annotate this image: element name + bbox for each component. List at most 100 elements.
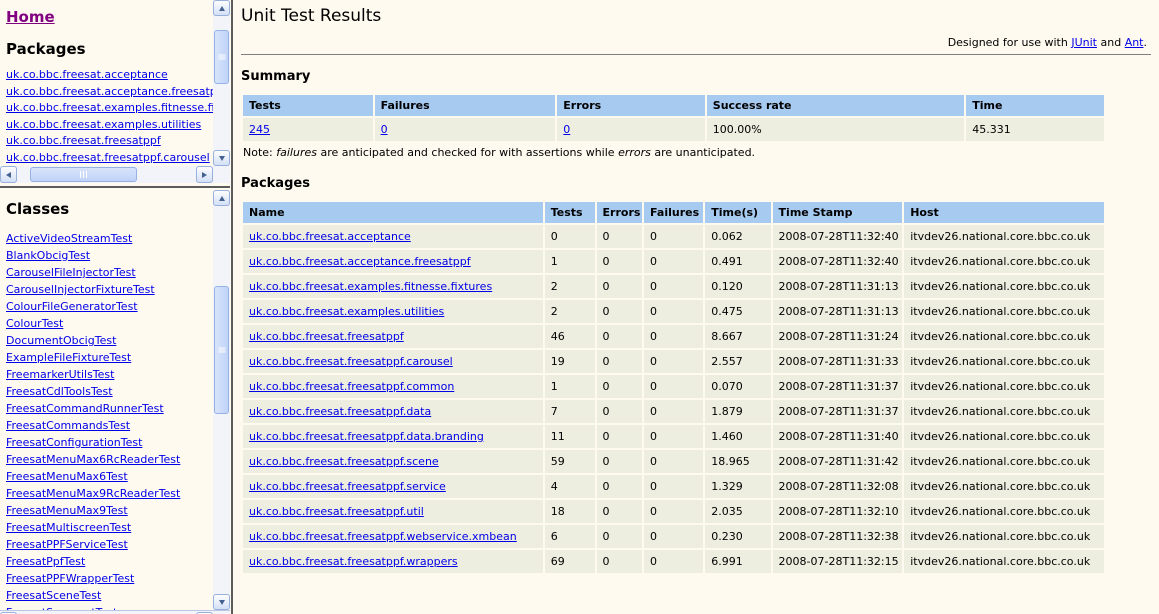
class-link[interactable]: DocumentObcigTest xyxy=(6,332,213,349)
package-time-cell: 0.120 xyxy=(705,275,770,298)
scrollbar-thumb[interactable] xyxy=(30,167,137,182)
summary-tests-link[interactable]: 245 xyxy=(249,123,270,136)
package-frame-horizontal-scrollbar[interactable] xyxy=(0,166,213,183)
summary-errors-link[interactable]: 0 xyxy=(563,123,570,136)
summary-header-row: Tests Failures Errors Success rate Time xyxy=(243,95,1104,116)
summary-success-rate-cell: 100.00% xyxy=(707,118,964,141)
summary-header-success-rate: Success rate xyxy=(707,95,964,116)
package-name-link[interactable]: uk.co.bbc.freesat.freesatppf.util xyxy=(249,505,424,518)
package-time-cell: 0.062 xyxy=(705,225,770,248)
package-name-cell: uk.co.bbc.freesat.examples.utilities xyxy=(243,300,543,323)
package-failures-cell: 0 xyxy=(644,375,703,398)
package-name-cell: uk.co.bbc.freesat.freesatppf.scene xyxy=(243,450,543,473)
package-name-cell: uk.co.bbc.freesat.freesatppf.data.brandi… xyxy=(243,425,543,448)
package-failures-cell: 0 xyxy=(644,325,703,348)
class-frame-horizontal-scrollbar[interactable] xyxy=(0,610,230,614)
class-link[interactable]: BlankObcigTest xyxy=(6,247,213,264)
package-time-cell: 1.329 xyxy=(705,475,770,498)
package-name-link[interactable]: uk.co.bbc.freesat.freesatppf.data.brandi… xyxy=(249,430,484,443)
class-link[interactable]: FreesatCdlToolsTest xyxy=(6,383,213,400)
packages-header-tests: Tests xyxy=(545,202,595,223)
package-errors-cell: 0 xyxy=(597,375,643,398)
package-name-link[interactable]: uk.co.bbc.freesat.freesatppf.webservice.… xyxy=(249,530,517,543)
summary-failures-link[interactable]: 0 xyxy=(381,123,388,136)
class-link[interactable]: ExampleFileFixtureTest xyxy=(6,349,213,366)
package-timestamp-cell: 2008-07-28T11:31:24 xyxy=(773,325,903,348)
class-link[interactable]: FreesatMenuMax6RcReaderTest xyxy=(6,451,213,468)
package-name-link[interactable]: uk.co.bbc.freesat.freesatppf.carousel xyxy=(249,355,453,368)
scroll-down-button[interactable] xyxy=(213,150,230,166)
class-link[interactable]: FreesatMenuMax6Test xyxy=(6,468,213,485)
frame-divider[interactable] xyxy=(0,183,230,190)
package-tests-cell: 46 xyxy=(545,325,595,348)
package-name-link[interactable]: uk.co.bbc.freesat.freesatppf.wrappers xyxy=(249,555,458,568)
class-frame-vertical-scrollbar[interactable] xyxy=(213,190,230,610)
package-name-link[interactable]: uk.co.bbc.freesat.freesatppf.scene xyxy=(249,455,439,468)
scroll-right-button[interactable] xyxy=(196,166,213,183)
package-name-link[interactable]: uk.co.bbc.freesat.examples.fitnesse.fixt… xyxy=(249,280,492,293)
package-name-link[interactable]: uk.co.bbc.freesat.acceptance.freesatppf xyxy=(249,255,471,268)
package-failures-cell: 0 xyxy=(644,475,703,498)
scroll-down-button[interactable] xyxy=(213,594,230,610)
scrollbar-thumb[interactable] xyxy=(214,286,229,414)
class-link[interactable]: ColourFileGeneratorTest xyxy=(6,298,213,315)
package-failures-cell: 0 xyxy=(644,450,703,473)
scroll-up-button[interactable] xyxy=(213,0,230,16)
home-link[interactable]: Home xyxy=(6,8,55,26)
package-time-cell: 18.965 xyxy=(705,450,770,473)
package-failures-cell: 0 xyxy=(644,425,703,448)
package-name-cell: uk.co.bbc.freesat.freesatppf.data xyxy=(243,400,543,423)
class-link[interactable]: ColourTest xyxy=(6,315,213,332)
package-frame-vertical-scrollbar[interactable] xyxy=(213,0,230,166)
package-tests-cell: 18 xyxy=(545,500,595,523)
package-host-cell: itvdev26.national.core.bbc.co.uk xyxy=(904,525,1103,548)
class-link[interactable]: FreesatPPFWrapperTest xyxy=(6,570,213,587)
package-name-link[interactable]: uk.co.bbc.freesat.examples.utilities xyxy=(249,305,444,318)
scroll-up-icon xyxy=(219,196,225,201)
package-name-link[interactable]: uk.co.bbc.freesat.freesatppf.common xyxy=(249,380,454,393)
packages-table: NameTestsErrorsFailuresTime(s)Time Stamp… xyxy=(241,200,1106,575)
class-link[interactable]: ActiveVideoStreamTest xyxy=(6,230,213,247)
package-host-cell: itvdev26.national.core.bbc.co.uk xyxy=(904,475,1103,498)
class-link[interactable]: FreesatMenuMax9Test xyxy=(6,502,213,519)
class-link[interactable]: FreesatMenuMax9RcReaderTest xyxy=(6,485,213,502)
class-link[interactable]: FreesatCommandRunnerTest xyxy=(6,400,213,417)
package-link[interactable]: uk.co.bbc.freesat.acceptance.freesatppf xyxy=(6,84,213,101)
class-link[interactable]: FreesatPpfTest xyxy=(6,553,213,570)
class-link[interactable]: CarouselInjectorFixtureTest xyxy=(6,281,213,298)
package-tests-cell: 2 xyxy=(545,275,595,298)
package-errors-cell: 0 xyxy=(597,300,643,323)
package-name-cell: uk.co.bbc.freesat.acceptance xyxy=(243,225,543,248)
package-name-link[interactable]: uk.co.bbc.freesat.freesatppf xyxy=(249,330,404,343)
package-link[interactable]: uk.co.bbc.freesat.acceptance xyxy=(6,67,213,84)
package-host-cell: itvdev26.national.core.bbc.co.uk xyxy=(904,375,1103,398)
package-link[interactable]: uk.co.bbc.freesat.freesatppf.carousel xyxy=(6,150,213,167)
package-failures-cell: 0 xyxy=(644,275,703,298)
summary-time-cell: 45.331 xyxy=(966,118,1103,141)
package-name-link[interactable]: uk.co.bbc.freesat.acceptance xyxy=(249,230,411,243)
class-link[interactable]: CarouselFileInjectorTest xyxy=(6,264,213,281)
class-link[interactable]: FreesatSceneTest xyxy=(6,587,213,604)
class-link[interactable]: FreesatMultiscreenTest xyxy=(6,519,213,536)
scroll-up-button[interactable] xyxy=(213,190,230,206)
class-link[interactable]: FreesatConfigurationTest xyxy=(6,434,213,451)
scrollbar-thumb[interactable] xyxy=(214,30,229,84)
package-failures-cell: 0 xyxy=(644,250,703,273)
package-link[interactable]: uk.co.bbc.freesat.freesatppf xyxy=(6,133,213,150)
package-time-cell: 0.070 xyxy=(705,375,770,398)
class-link[interactable]: FreesatCommandsTest xyxy=(6,417,213,434)
package-host-cell: itvdev26.national.core.bbc.co.uk xyxy=(904,350,1103,373)
class-link[interactable]: FreemarkerUtilsTest xyxy=(6,366,213,383)
package-link[interactable]: uk.co.bbc.freesat.examples.utilities xyxy=(6,117,213,134)
class-link[interactable]: FreesatPPFServiceTest xyxy=(6,536,213,553)
package-link[interactable]: uk.co.bbc.freesat.examples.fitnesse.fixt… xyxy=(6,100,213,117)
ant-link[interactable]: Ant xyxy=(1125,36,1144,49)
scroll-left-button[interactable] xyxy=(0,166,17,183)
package-timestamp-cell: 2008-07-28T11:31:37 xyxy=(773,400,903,423)
package-errors-cell: 0 xyxy=(597,425,643,448)
package-errors-cell: 0 xyxy=(597,450,643,473)
package-name-link[interactable]: uk.co.bbc.freesat.freesatppf.service xyxy=(249,480,446,493)
package-tests-cell: 7 xyxy=(545,400,595,423)
junit-link[interactable]: JUnit xyxy=(1071,36,1097,49)
package-name-link[interactable]: uk.co.bbc.freesat.freesatppf.data xyxy=(249,405,431,418)
